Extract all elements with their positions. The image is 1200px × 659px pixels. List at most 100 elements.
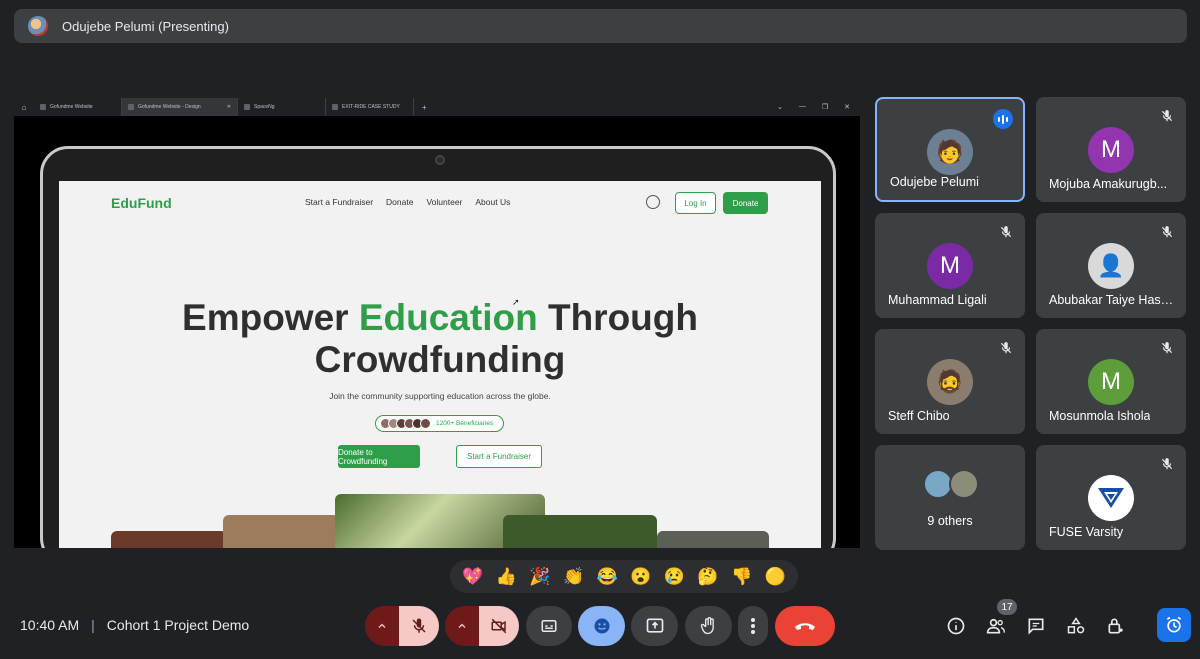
lock-person-icon — [1108, 618, 1123, 634]
skin-tone-picker[interactable]: 🟡 — [762, 567, 788, 587]
maximize-icon[interactable]: ❐ — [822, 103, 828, 111]
alarm-icon — [1166, 616, 1182, 633]
participant-tile[interactable]: M Mosunmola Ishola — [1036, 329, 1186, 434]
speaking-indicator-icon — [993, 109, 1013, 129]
info-icon — [947, 617, 965, 635]
meeting-name: Cohort 1 Project Demo — [106, 617, 250, 633]
participant-tile[interactable]: 🧔 Steff Chibo — [875, 329, 1025, 434]
beneficiaries-badge: 1200+ Beneficiaries — [375, 415, 504, 432]
shared-screen[interactable]: ⌂ Gofundme Website Gofundme Website - De… — [14, 98, 860, 548]
people-button[interactable] — [982, 612, 1010, 640]
meeting-info: 10:40 AM | Cohort 1 Project Demo — [20, 617, 249, 633]
browser-tab[interactable]: EXIT-RIDE CASE STUDY — [326, 98, 414, 116]
participant-tile[interactable]: 🧑 Odujebe Pelumi — [875, 97, 1025, 202]
camera-toggle-button[interactable] — [479, 606, 519, 646]
mic-off-icon — [1161, 226, 1173, 238]
donate-crowdfunding-button: Donate to Crowdfunding — [338, 445, 420, 468]
tab-label: Gofundme Website - Design — [138, 104, 201, 110]
mic-off-icon — [1000, 342, 1012, 354]
camera-off-icon — [491, 618, 507, 634]
camera-icon — [435, 155, 445, 165]
avatar: M — [1088, 127, 1134, 173]
host-controls-button[interactable] — [1102, 612, 1130, 640]
reaction-thumbs-down[interactable]: 👎 — [729, 567, 755, 587]
hangup-icon — [795, 623, 815, 630]
more-options-button[interactable] — [738, 606, 768, 646]
browser-tab[interactable]: Gofundme Website — [34, 98, 122, 116]
captions-button[interactable] — [526, 606, 572, 646]
meeting-details-button[interactable] — [942, 612, 970, 640]
hero-part2: Through — [537, 297, 698, 338]
tab-label: Gofundme Website — [50, 104, 93, 110]
login-button: Log In — [675, 192, 716, 214]
laptop-mockup: EduFund Start a Fundraiser Donate Volunt… — [40, 146, 836, 548]
captions-icon — [541, 620, 557, 632]
participant-tile[interactable]: M Mojuba Amakurugb... — [1036, 97, 1186, 202]
presenter-bar: Odujebe Pelumi (Presenting) — [14, 9, 1187, 43]
browser-tab[interactable]: SpaceNg — [238, 98, 326, 116]
chat-button[interactable] — [1022, 612, 1050, 640]
home-icon[interactable]: ⌂ — [14, 103, 34, 112]
others-label: 9 others — [927, 514, 973, 528]
tab-label: SpaceNg — [254, 104, 275, 110]
browser-tab-active[interactable]: Gofundme Website - Design ✕ — [122, 98, 238, 116]
hero-highlight: Education — [358, 297, 538, 338]
chevron-down-icon[interactable]: ⌄ — [777, 103, 783, 111]
nav-volunteer: Volunteer — [426, 197, 463, 207]
reaction-laugh[interactable]: 😂 — [594, 567, 620, 587]
leave-call-button[interactable] — [775, 606, 835, 646]
raise-hand-button[interactable] — [685, 606, 732, 646]
reaction-thumbs-up[interactable]: 👍 — [493, 567, 519, 587]
hero-line2: Crowdfunding — [314, 339, 566, 380]
audio-options-button[interactable] — [365, 606, 399, 646]
nav-about: About Us — [475, 197, 511, 207]
mic-off-icon — [1161, 458, 1173, 470]
reactions-button[interactable] — [578, 606, 625, 646]
site-nav-links: Start a Fundraiser Donate Volunteer Abou… — [305, 197, 510, 207]
clock-time: 10:40 AM — [20, 617, 80, 633]
reaction-surprised[interactable]: 😮 — [628, 567, 654, 587]
reaction-heart[interactable]: 💖 — [460, 567, 486, 587]
reaction-thinking[interactable]: 🤔 — [695, 567, 721, 587]
participant-tile[interactable]: FUSE Varsity — [1036, 445, 1186, 550]
participant-name: Mosunmola Ishola — [1049, 409, 1151, 423]
participant-name: Steff Chibo — [888, 409, 950, 423]
timer-button[interactable] — [1157, 608, 1191, 642]
presenter-title: Odujebe Pelumi (Presenting) — [62, 18, 229, 34]
chat-icon — [1028, 618, 1044, 635]
start-fundraiser-button: Start a Fundraiser — [456, 445, 542, 468]
reactions-bar: 💖 👍 🎉 👏 😂 😮 😢 🤔 👎 🟡 — [450, 560, 798, 593]
favicon-icon — [40, 104, 46, 110]
close-icon[interactable]: ✕ — [227, 104, 231, 110]
favicon-icon — [332, 104, 338, 110]
close-window-icon[interactable]: ✕ — [844, 103, 850, 111]
hero-photo — [503, 515, 657, 548]
avatar: M — [1088, 359, 1134, 405]
reaction-sad[interactable]: 😢 — [661, 567, 687, 587]
search-icon — [646, 195, 660, 209]
avatar: 🧑 — [927, 129, 973, 175]
website-preview: EduFund Start a Fundraiser Donate Volunt… — [59, 181, 821, 548]
others-tile[interactable]: 9 others — [875, 445, 1025, 550]
video-options-button[interactable] — [445, 606, 479, 646]
hero-photo — [223, 515, 339, 548]
participant-tile[interactable]: 👤 Abubakar Taiye Hass... — [1036, 213, 1186, 318]
present-button[interactable] — [631, 606, 678, 646]
more-vert-icon — [751, 618, 755, 634]
reaction-clap[interactable]: 👏 — [561, 567, 587, 587]
site-nav: EduFund Start a Fundraiser Donate Volunt… — [59, 181, 821, 225]
new-tab-icon[interactable]: + — [414, 103, 435, 112]
avatar — [949, 469, 979, 499]
activities-button[interactable] — [1062, 612, 1090, 640]
mic-toggle-button[interactable] — [399, 606, 439, 646]
mic-off-icon — [1000, 226, 1012, 238]
participant-tile[interactable]: M Muhammad Ligali — [875, 213, 1025, 318]
reaction-party[interactable]: 🎉 — [527, 567, 553, 587]
fuse-logo-icon — [1098, 488, 1124, 508]
hero-subtitle: Join the community supporting education … — [329, 391, 551, 401]
avatar — [1088, 475, 1134, 521]
minimize-icon[interactable]: — — [799, 103, 806, 111]
mouse-cursor-icon: ➚ — [512, 297, 520, 307]
nav-start-fundraiser: Start a Fundraiser — [305, 197, 374, 207]
favicon-icon — [128, 104, 134, 110]
